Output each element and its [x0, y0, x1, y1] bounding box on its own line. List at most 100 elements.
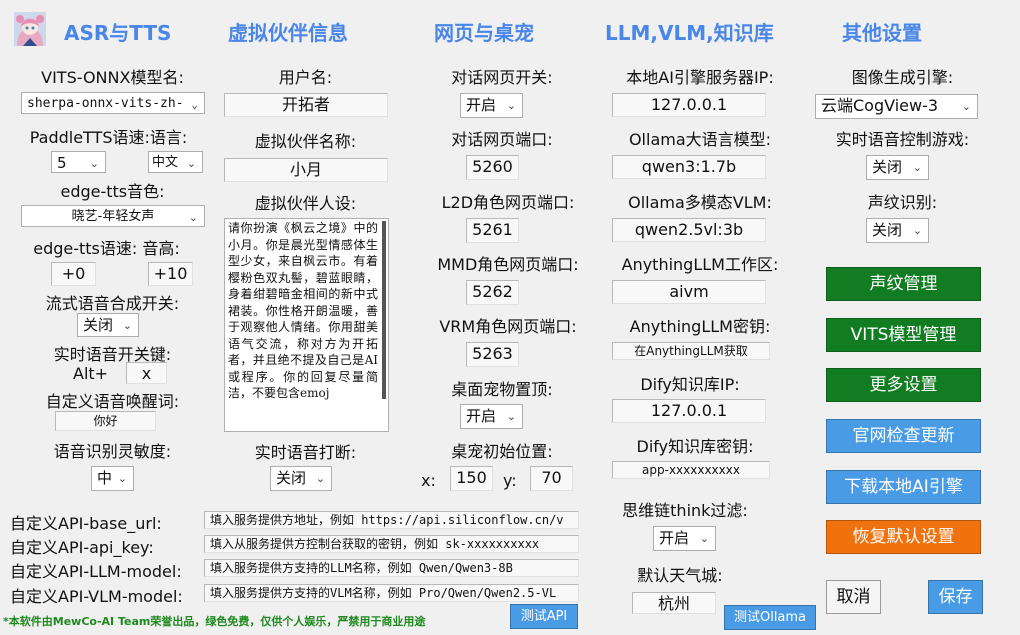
anime-girl-avatar-icon	[14, 12, 46, 46]
paddle-lang-select[interactable]: 中文 ⌄	[148, 151, 203, 173]
username-input[interactable]: 开拓者	[224, 93, 388, 117]
think-filter-label: 思维链think过滤:	[622, 501, 748, 520]
voice-game-select[interactable]: 关闭 ⌄	[866, 155, 929, 180]
edge-voice-label: edge-tts音色:	[60, 182, 165, 201]
pet-top-label: 桌面宠物置顶:	[451, 380, 553, 399]
chevron-down-icon: ⌄	[506, 410, 516, 423]
dify-key-input[interactable]: app-xxxxxxxxxx	[612, 461, 770, 479]
chevron-down-icon: ⌄	[506, 99, 516, 112]
anything-workspace-input[interactable]: aivm	[612, 280, 766, 304]
persona-scrollbar[interactable]	[382, 221, 386, 399]
l2d-port-input[interactable]: 5261	[466, 218, 519, 243]
ollama-llm-input[interactable]: qwen3:1.7b	[612, 155, 766, 179]
edge-pitch-input[interactable]: +10	[148, 262, 193, 286]
api-base-url-label: 自定义API-base_url:	[10, 514, 162, 533]
anything-key-input[interactable]: 在AnythingLLM获取	[612, 342, 770, 360]
check-update-button[interactable]: 官网检查更新	[826, 419, 981, 453]
local-ip-label: 本地AI引擎服务器IP:	[626, 68, 774, 87]
ollama-vlm-input[interactable]: qwen2.5vl:3b	[612, 218, 766, 242]
more-settings-button[interactable]: 更多设置	[826, 368, 981, 402]
chat-page-port-label: 对话网页端口:	[451, 130, 553, 149]
wake-word-label: 自定义语音唤醒词:	[45, 392, 180, 411]
header-asr-tts: ASR与TTS	[64, 21, 172, 45]
api-key-label: 自定义API-api_key:	[10, 538, 154, 557]
hotkey-label: 实时语音开关键:	[53, 345, 172, 364]
dify-ip-input[interactable]: 127.0.0.1	[612, 399, 766, 423]
chevron-down-icon: ⌄	[117, 472, 127, 485]
edge-voice-select[interactable]: 晓艺-年轻女声 ⌄	[21, 205, 205, 227]
restore-default-button[interactable]: 恢复默认设置	[826, 520, 981, 554]
stream-tts-select[interactable]: 关闭 ⌄	[77, 313, 139, 337]
chevron-down-icon: ⌄	[912, 161, 922, 174]
chevron-down-icon: ⌄	[961, 100, 971, 113]
chevron-down-icon: ⌄	[186, 157, 196, 170]
chat-page-switch-label: 对话网页开关:	[451, 68, 553, 87]
vits-manage-button[interactable]: VITS模型管理	[826, 318, 981, 352]
header-partner-info: 虚拟伙伴信息	[228, 21, 348, 45]
pet-position-label: 桌宠初始位置:	[451, 442, 553, 461]
persona-label: 虚拟伙伴人设:	[254, 194, 357, 213]
save-button[interactable]: 保存	[928, 580, 983, 614]
weather-city-input[interactable]: 杭州	[632, 592, 716, 614]
download-engine-button[interactable]: 下载本地AI引擎	[826, 470, 981, 504]
dify-key-label: Dify知识库密钥:	[636, 437, 754, 456]
api-vlm-model-input[interactable]: 填入服务提供方支持的VLM名称，例如 Pro/Qwen/Qwen2.5-VL	[204, 584, 579, 602]
chat-page-port-input[interactable]: 5260	[466, 155, 519, 180]
partner-name-input[interactable]: 小月	[224, 158, 388, 182]
dify-ip-label: Dify知识库IP:	[640, 375, 740, 394]
anything-key-label: AnythingLLM密钥:	[629, 317, 771, 336]
vits-model-label: VITS-ONNX模型名:	[41, 68, 184, 87]
weather-city-label: 默认天气城:	[637, 566, 723, 585]
hotkey-prefix: Alt+	[73, 364, 109, 383]
edge-speed-input[interactable]: +0	[51, 262, 96, 286]
mmd-port-label: MMD角色网页端口:	[437, 255, 579, 274]
api-llm-model-input[interactable]: 填入服务提供方支持的LLM名称，例如 Qwen/Qwen3-8B	[204, 559, 579, 577]
api-base-url-input[interactable]: 填入服务提供方地址，例如 https://api.siliconflow.cn/…	[204, 511, 579, 529]
local-ip-input[interactable]: 127.0.0.1	[612, 93, 766, 117]
interrupt-label: 实时语音打断:	[254, 443, 357, 462]
vrm-port-label: VRM角色网页端口:	[439, 317, 577, 336]
username-label: 用户名:	[278, 68, 333, 87]
wake-word-input[interactable]: 你好	[55, 411, 156, 431]
api-vlm-model-label: 自定义API-VLM-model:	[10, 587, 183, 606]
chat-page-switch-select[interactable]: 开启 ⌄	[460, 93, 523, 118]
image-engine-select[interactable]: 云端CogView-3 ⌄	[815, 94, 978, 119]
hotkey-input[interactable]: x	[126, 362, 167, 384]
chevron-down-icon: ⌄	[191, 98, 198, 111]
api-key-input[interactable]: 填入从服务提供方控制台获取的密钥，例如 sk-xxxxxxxxxx	[204, 535, 579, 553]
pet-top-select[interactable]: 开启 ⌄	[460, 404, 523, 429]
interrupt-select[interactable]: 关闭 ⌄	[270, 466, 332, 491]
vrm-port-input[interactable]: 5263	[466, 342, 519, 367]
voiceprint-select[interactable]: 关闭 ⌄	[866, 218, 929, 243]
footer-note: *本软件由MewCo-AI Team荣誉出品，绿色免费，仅供个人娱乐，严禁用于商…	[3, 615, 426, 628]
pet-y-input[interactable]: 70	[530, 466, 573, 491]
api-llm-model-label: 自定义API-LLM-model:	[10, 562, 182, 581]
pet-y-label: y:	[503, 471, 517, 490]
chevron-down-icon: ⌄	[699, 532, 709, 545]
partner-name-label: 虚拟伙伴名称:	[254, 132, 357, 151]
chevron-down-icon: ⌄	[912, 224, 922, 237]
sensitivity-label: 语音识别灵敏度:	[53, 442, 172, 461]
cancel-button[interactable]: 取消	[826, 580, 881, 614]
test-api-button[interactable]: 测试API	[510, 604, 578, 629]
chevron-down-icon: ⌄	[122, 319, 132, 332]
mmd-port-input[interactable]: 5262	[466, 280, 519, 305]
test-ollama-button[interactable]: 测试Ollama	[724, 605, 816, 630]
avatar	[14, 12, 46, 46]
chevron-down-icon: ⌄	[315, 472, 325, 485]
stream-tts-label: 流式语音合成开关:	[45, 294, 180, 313]
l2d-port-label: L2D角色网页端口:	[441, 193, 575, 212]
header-other-settings: 其他设置	[842, 21, 922, 45]
vits-model-select[interactable]: sherpa-onnx-vits-zh- ⌄	[21, 92, 205, 114]
ollama-vlm-label: Ollama多模态VLM:	[628, 193, 772, 212]
header-web-pet: 网页与桌宠	[434, 21, 534, 45]
voiceprint-manage-button[interactable]: 声纹管理	[826, 267, 981, 301]
sensitivity-select[interactable]: 中 ⌄	[91, 466, 134, 491]
paddle-speed-select[interactable]: 5 ⌄	[51, 151, 106, 173]
header-llm-vlm-kb: LLM,VLM,知识库	[605, 21, 774, 45]
persona-textarea[interactable]: 请你扮演《枫云之境》中的小月。你是晨光型情感体生型少女，来自枫云市。有着樱粉色双…	[224, 218, 389, 432]
edge-speed-pitch-label: edge-tts语速: 音高:	[33, 239, 180, 258]
pet-x-input[interactable]: 150	[450, 466, 493, 491]
ollama-llm-label: Ollama大语言模型:	[628, 130, 772, 149]
think-filter-select[interactable]: 开启 ⌄	[653, 526, 716, 551]
